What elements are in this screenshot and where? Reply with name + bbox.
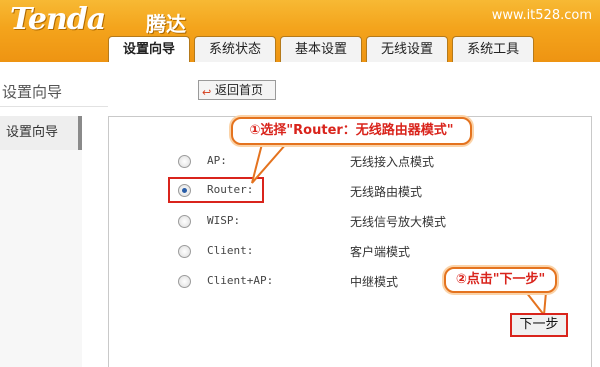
option-client: Client: (176, 242, 476, 262)
tenda-logo: Tenda (10, 2, 106, 37)
header-bar: Tenda 腾达 www.it528.com 设置向导 系统状态 基本设置 无线… (0, 0, 600, 62)
option-client-ap: Client+AP: (176, 272, 476, 292)
sidebar-divider (0, 106, 108, 107)
back-home-button[interactable]: ↩ 返回首页 (198, 80, 276, 100)
tab-system-tools[interactable]: 系统工具 (452, 36, 535, 62)
option-client-desc: 客户端模式 (350, 245, 411, 259)
callout-click-next: ②点击"下一步" (444, 267, 557, 293)
option-router-desc: 无线路由模式 (350, 185, 423, 199)
sidebar-title: 设置向导 (2, 83, 63, 101)
radio-client-ap[interactable] (178, 275, 191, 288)
radio-ap[interactable] (178, 155, 191, 168)
back-home-label: 返回首页 (215, 83, 264, 97)
router-highlight-box (168, 177, 264, 203)
main-tabs: 设置向导 系统状态 基本设置 无线设置 系统工具 (108, 36, 535, 62)
option-wisp-label: WISP: (207, 214, 241, 227)
tab-wireless-settings[interactable]: 无线设置 (366, 36, 449, 62)
sidebar-background (0, 150, 82, 367)
tab-system-status[interactable]: 系统状态 (194, 36, 277, 62)
back-arrow-icon: ↩ (202, 86, 212, 99)
radio-client[interactable] (178, 245, 191, 258)
tenda-logo-cn: 腾达 (146, 12, 186, 36)
callout-select-router: ①选择"Router：无线路由器模式" (231, 117, 472, 145)
next-step-button[interactable]: 下一步 (510, 313, 568, 337)
option-ap-label: AP: (207, 154, 227, 167)
option-client-ap-label: Client+AP: (207, 274, 274, 287)
radio-wisp[interactable] (178, 215, 191, 228)
option-wisp-desc: 无线信号放大模式 (350, 215, 447, 229)
option-client-ap-desc: 中继模式 (350, 275, 399, 289)
tab-basic-settings[interactable]: 基本设置 (280, 36, 363, 62)
sidebar-item-setup-wizard[interactable]: 设置向导 (0, 116, 82, 150)
option-ap-desc: 无线接入点模式 (350, 155, 435, 169)
option-client-label: Client: (207, 244, 254, 257)
tab-setup-wizard[interactable]: 设置向导 (108, 36, 191, 62)
watermark: www.it528.com (491, 8, 592, 23)
